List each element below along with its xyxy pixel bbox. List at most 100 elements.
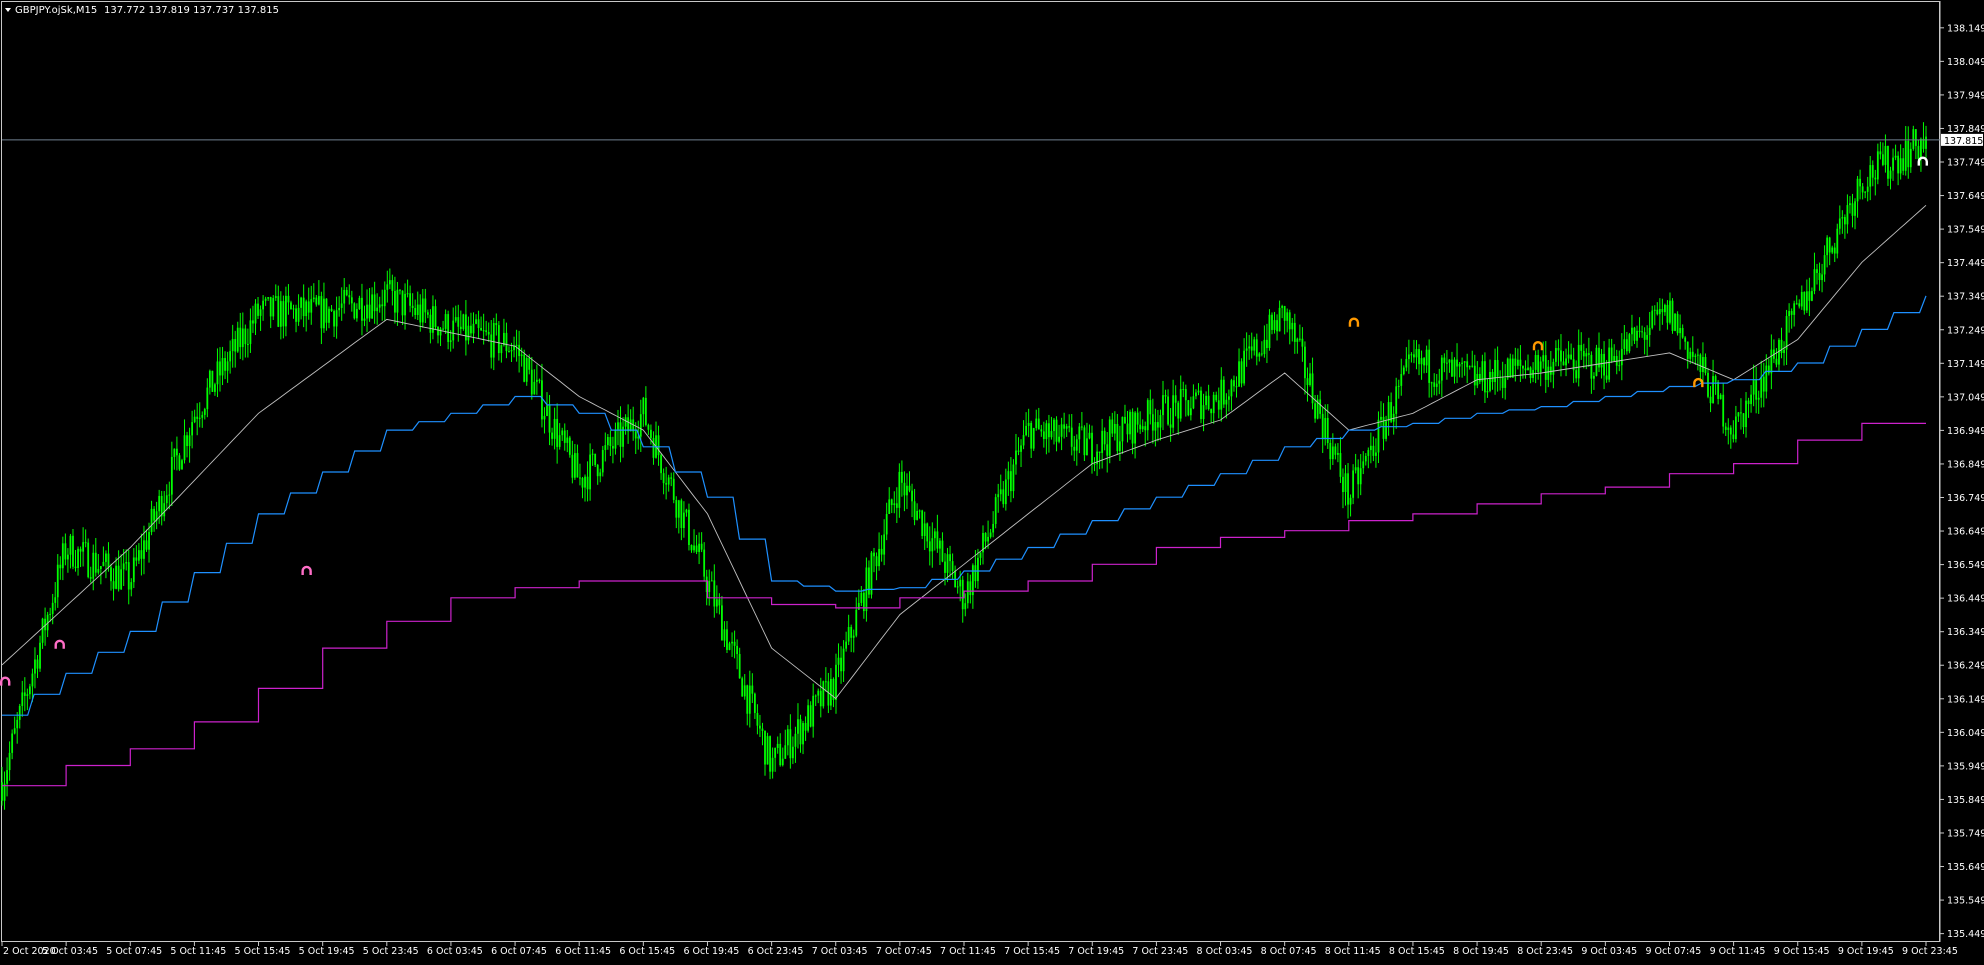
candle-body xyxy=(779,743,782,766)
candle-body xyxy=(26,694,29,696)
candle-body xyxy=(1025,425,1028,436)
candle-body xyxy=(1882,154,1884,165)
candle-body xyxy=(1904,140,1907,171)
candle-body xyxy=(1582,350,1585,357)
candle-body xyxy=(1821,274,1823,281)
candle-body xyxy=(842,648,845,672)
candle-body xyxy=(748,685,751,714)
candle-body xyxy=(1524,368,1527,371)
candle-body xyxy=(1116,423,1119,452)
candle-body xyxy=(1874,177,1877,180)
candle-body xyxy=(1260,353,1263,355)
candle-body xyxy=(317,296,320,305)
candle-body xyxy=(518,344,521,357)
candle-body xyxy=(1250,346,1253,351)
candle-body xyxy=(951,561,954,571)
candle-body xyxy=(1489,371,1491,392)
candle-body xyxy=(1567,354,1570,359)
candle-body xyxy=(130,582,133,590)
candle-body xyxy=(1805,291,1808,311)
candle-body xyxy=(1828,237,1831,253)
candle-body xyxy=(1719,394,1722,399)
candle-body xyxy=(604,445,607,451)
candle-body xyxy=(424,298,427,313)
candle-body xyxy=(297,307,300,322)
time-tick-label: 9 Oct 03:45 xyxy=(1581,946,1637,957)
candle-body xyxy=(1689,351,1692,359)
candle-body xyxy=(287,295,290,303)
candle-body xyxy=(1529,367,1532,379)
candle-body xyxy=(1484,361,1486,393)
candle-body xyxy=(1506,358,1509,379)
candle-body xyxy=(1032,428,1035,449)
candle-body xyxy=(753,693,756,713)
candle-body xyxy=(662,473,665,484)
candle-body xyxy=(1729,427,1732,435)
time-tick-label: 7 Oct 19:45 xyxy=(1068,946,1124,957)
candle-body xyxy=(459,326,462,330)
candle-body xyxy=(1618,365,1621,367)
candle-body xyxy=(1306,378,1309,386)
candle-body xyxy=(989,532,992,537)
candle-body xyxy=(1367,450,1370,456)
candle-body xyxy=(1572,359,1575,371)
candle-body xyxy=(1215,394,1218,401)
time-tick-label: 5 Oct 15:45 xyxy=(235,946,291,957)
current-price-badge: 137.815 xyxy=(1941,133,1983,147)
candle-body xyxy=(1841,217,1844,219)
candle-body xyxy=(591,453,594,455)
candle-body xyxy=(1481,361,1484,382)
candle-body xyxy=(1286,312,1289,321)
candle-body xyxy=(1131,411,1134,444)
candle-body xyxy=(1696,354,1699,356)
candle-body xyxy=(1172,395,1175,428)
candle-body xyxy=(992,523,995,533)
candle-body xyxy=(437,326,439,336)
candle-body xyxy=(1207,395,1210,410)
candle-body xyxy=(1220,379,1223,410)
candle-body xyxy=(1623,339,1626,349)
price-tick-label: 136.749 xyxy=(1947,493,1984,504)
candle-body xyxy=(1519,359,1522,366)
candle-body xyxy=(54,597,57,603)
candle-body xyxy=(566,437,569,443)
candle-body xyxy=(1162,395,1164,416)
candle-body xyxy=(79,548,82,552)
candle-body xyxy=(599,472,602,477)
candle-body xyxy=(140,550,143,559)
candle-body xyxy=(1925,136,1927,149)
candle-body xyxy=(358,297,361,310)
candle-body xyxy=(224,358,226,371)
candle-body xyxy=(1418,349,1420,365)
candle-body xyxy=(797,719,799,734)
candle-body xyxy=(1354,467,1357,471)
candle-body xyxy=(1118,441,1121,452)
candle-body xyxy=(814,695,817,697)
price-tick-label: 137.049 xyxy=(1947,392,1984,403)
candle-body xyxy=(1843,217,1846,225)
candle-body xyxy=(1610,347,1613,361)
candle-body xyxy=(1157,422,1159,428)
candle-body xyxy=(1699,354,1702,372)
candle-body xyxy=(824,681,827,683)
candle-body xyxy=(307,301,310,313)
candle-body xyxy=(984,532,987,542)
candle-body xyxy=(201,414,204,418)
time-tick-label: 8 Oct 23:45 xyxy=(1517,946,1573,957)
candle-body xyxy=(264,298,267,301)
candle-body xyxy=(1314,403,1316,419)
candle-body xyxy=(206,387,209,410)
candle-body xyxy=(1570,354,1573,360)
candle-body xyxy=(1004,479,1007,505)
candle-body xyxy=(556,418,559,447)
price-tick-label: 135.449 xyxy=(1947,929,1984,940)
chart-window[interactable]: 138.149 138.049 137.949 137.849 137.749 137.6… xyxy=(0,0,1984,961)
candle-body xyxy=(895,503,898,508)
candle-body xyxy=(1478,373,1481,382)
price-chart[interactable]: 138.149 138.049 137.949 137.849 137.749 137.6… xyxy=(0,0,1984,961)
candle-body xyxy=(348,295,351,298)
chart-header[interactable]: GBPJPY.ojSk,M15 137.772 137.819 137.737 … xyxy=(5,5,279,16)
candle-body xyxy=(1580,344,1583,351)
candle-body xyxy=(1134,412,1137,444)
candle-body xyxy=(366,304,368,319)
